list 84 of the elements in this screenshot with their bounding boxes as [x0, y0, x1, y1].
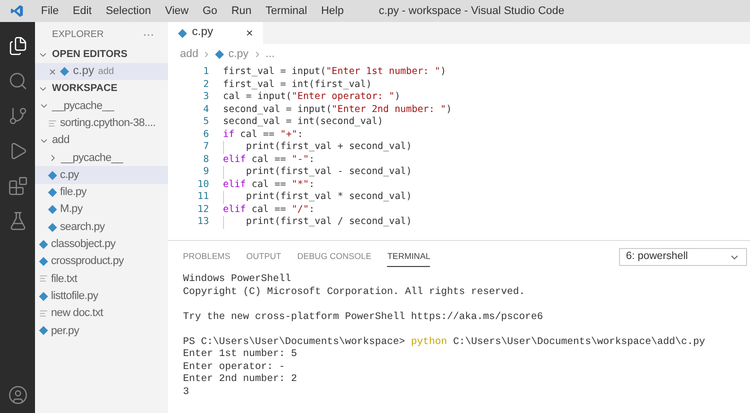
terminal-line: Try the new cross-platform PowerShell https://aka.ms/pscore6: [183, 312, 544, 324]
line-number: 11: [196, 190, 210, 204]
code-line: print(first_val / second_val): [246, 215, 412, 230]
text-file-icon: [48, 118, 57, 128]
menu-item[interactable]: Edit: [66, 2, 99, 20]
breadcrumb-item[interactable]: ...: [266, 46, 275, 62]
tree-item[interactable]: M.py: [35, 201, 168, 218]
close-button[interactable]: ×: [246, 24, 263, 42]
tree-item[interactable]: search.py: [35, 218, 168, 236]
section-header[interactable]: WORKSPACE: [35, 80, 168, 98]
breadcrumb-item[interactable]: add: [180, 46, 198, 62]
line-number: 8: [202, 152, 210, 167]
code-line: first_val = int(first_val): [223, 78, 372, 92]
section-header[interactable]: OPEN EDITORS: [35, 46, 168, 63]
account-icon[interactable]: [8, 385, 28, 405]
code-line: elif cal == "/":: [223, 202, 315, 216]
editor-tab[interactable]: c.py ×: [168, 22, 263, 44]
python-file-icon: [39, 326, 48, 336]
text-file-icon: [39, 309, 48, 318]
tree-item[interactable]: new doc.txt: [35, 304, 168, 322]
terminal-line: Copyright (C) Microsoft Corporation. All rights reserved.: [183, 286, 526, 299]
python-file-icon: [60, 67, 70, 76]
terminal-line: Windows PowerShell: [183, 274, 292, 286]
menu-item[interactable]: Selection: [98, 2, 158, 20]
panel-tab[interactable]: TERMINAL: [387, 247, 430, 267]
line-number: 12: [196, 202, 210, 217]
python-file-icon: [178, 28, 187, 38]
code-line: first_val = input("Enter 1st number: "): [223, 65, 446, 80]
line-number: 7: [202, 140, 210, 154]
tree-item[interactable]: add: [35, 132, 168, 150]
folder-label: add: [98, 64, 114, 79]
line-number: 2: [202, 78, 210, 92]
terminal-line: Enter 2nd number: 2: [183, 374, 298, 386]
terminal-line: 3: [183, 386, 190, 399]
code-line: elif cal == "-":: [223, 152, 315, 166]
close-button[interactable]: ×: [49, 62, 56, 81]
menu-item[interactable]: Terminal: [258, 2, 314, 20]
menu-item[interactable]: File: [34, 2, 66, 20]
line-number: 6: [202, 128, 210, 142]
open-editor-item[interactable]: c.py: [73, 63, 94, 80]
tree-item[interactable]: crossproduct.py: [35, 252, 168, 270]
tree-item[interactable]: __pycache__: [35, 97, 168, 115]
terminal-line: Enter 1st number: 5: [183, 349, 298, 362]
terminal-line: Enter operator: -: [183, 362, 286, 374]
code-line: second_val = input("Enter 2nd number: "): [223, 102, 452, 116]
tree-item[interactable]: classobject.py: [35, 236, 168, 253]
panel-tab[interactable]: PROBLEMS: [183, 247, 230, 267]
tree-item[interactable]: c.py: [35, 166, 168, 184]
panel-tab[interactable]: DEBUG CONSOLE: [297, 247, 372, 267]
line-number: 10: [196, 178, 210, 192]
code-line: print(first_val * second_val): [246, 190, 412, 204]
menu-item[interactable]: Run: [224, 2, 258, 20]
code-line: print(first_val + second_val): [246, 140, 412, 154]
code-line: if cal == "+":: [223, 128, 304, 142]
more-actions-button[interactable]: ···: [143, 26, 154, 44]
terminal-select[interactable]: 6: powershell: [619, 248, 747, 266]
line-number: 1: [202, 65, 210, 80]
python-file-icon: [215, 50, 224, 58]
terminal-line: PS C:\Users\User\Documents\workspace> python C:\Users\User\Documents\workspace\add\c.py: [183, 336, 706, 348]
menu-item[interactable]: Go: [196, 2, 224, 20]
python-file-icon: [39, 292, 48, 301]
line-number: 9: [202, 165, 210, 180]
code-line: cal = input("Enter operator: "): [223, 90, 400, 104]
code-line: second_val = int(second_val): [223, 115, 384, 130]
logo-icon: [10, 4, 24, 18]
line-number: 5: [202, 115, 210, 130]
text-file-icon: [39, 274, 48, 284]
line-number: 4: [202, 102, 210, 117]
line-number: 3: [202, 90, 210, 104]
panel-tab[interactable]: OUTPUT: [246, 247, 282, 267]
tree-item[interactable]: sorting.cpython-38....: [35, 114, 168, 132]
code-line: elif cal == "*":: [223, 178, 315, 192]
tree-item[interactable]: __pycache__: [35, 149, 168, 166]
menu-item[interactable]: Help: [314, 2, 351, 20]
tree-item[interactable]: listtofile.py: [35, 288, 168, 305]
sidebar-title: EXPLORER: [52, 28, 104, 42]
tree-item[interactable]: file.txt: [35, 270, 168, 288]
code-line: print(first_val - second_val): [246, 165, 412, 180]
tree-item[interactable]: per.py: [35, 322, 168, 340]
menu-item[interactable]: View: [158, 2, 196, 20]
breadcrumb-item[interactable]: c.py: [228, 46, 249, 62]
line-number: 13: [196, 215, 210, 230]
window-title: c.py - workspace - Visual Studio Code: [378, 4, 564, 19]
tree-item[interactable]: file.py: [35, 184, 168, 202]
